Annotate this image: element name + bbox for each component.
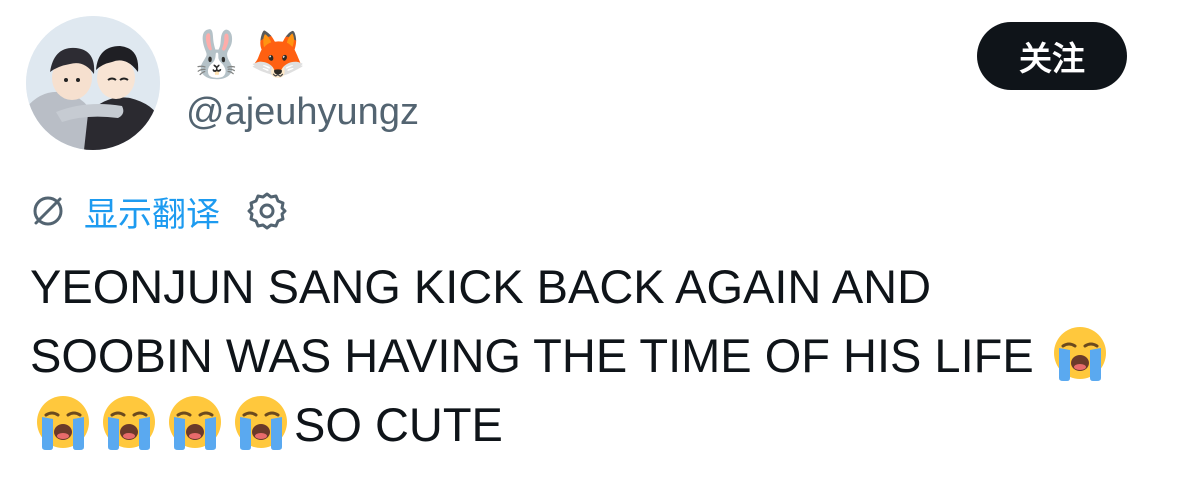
tweet-line-1: YEONJUN SANG KICK BACK AGAIN AND — [30, 260, 932, 313]
avatar-illustration — [26, 16, 160, 150]
tweet-line-3: SO CUTE — [30, 390, 1160, 459]
user-handle[interactable]: @ajeuhyungz — [186, 88, 419, 136]
tweet-text: YEONJUN SANG KICK BACK AGAIN AND SOOBIN … — [30, 252, 1160, 459]
follow-button[interactable]: 关注 — [977, 22, 1127, 90]
translation-row: 显示翻译 — [30, 186, 288, 236]
loudly-crying-face-emoji — [1051, 324, 1109, 382]
avatar[interactable] — [26, 16, 160, 150]
display-name[interactable]: 🐰🦊 — [188, 22, 311, 86]
translate-icon — [30, 193, 66, 229]
show-translation-link[interactable]: 显示翻译 — [84, 187, 220, 236]
loudly-crying-face-emoji — [34, 393, 92, 451]
tweet-line-2: SOOBIN WAS HAVING THE TIME OF HIS LIFE — [30, 321, 1160, 390]
tweet-line-3-text: SO CUTE — [294, 398, 503, 451]
loudly-crying-face-emoji — [232, 393, 290, 451]
loudly-crying-face-emoji — [100, 393, 158, 451]
tweet-line-2-text: SOOBIN WAS HAVING THE TIME OF HIS LIFE — [30, 329, 1034, 382]
loudly-crying-face-emoji — [166, 393, 224, 451]
gear-icon[interactable] — [246, 190, 288, 232]
